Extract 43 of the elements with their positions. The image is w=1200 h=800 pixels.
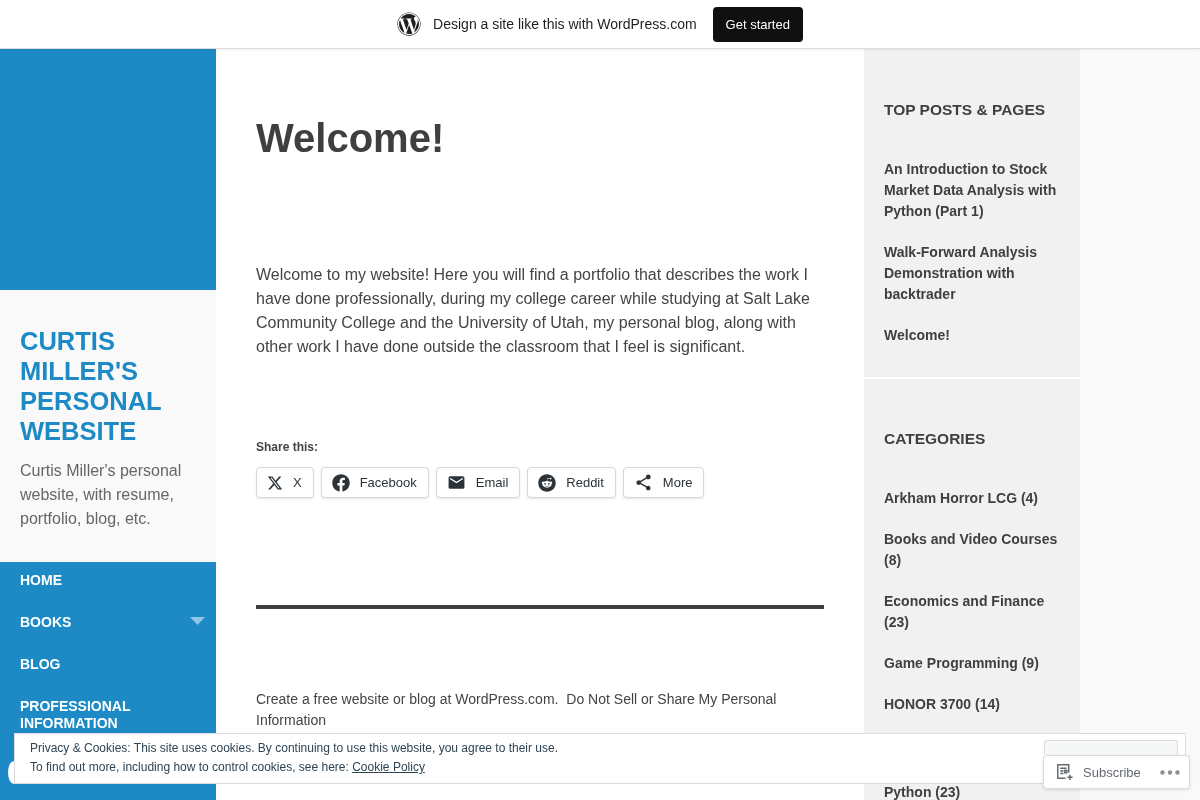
cookie-info-text: To find out more, including how to control cookies, see here: Cookie Policy — [30, 759, 425, 776]
nav-link[interactable]: HOME — [20, 572, 62, 589]
widget-title: CATEGORIES — [884, 429, 986, 449]
nav-link[interactable]: BOOKS — [20, 614, 72, 631]
share-button[interactable]: Email — [435, 467, 521, 498]
post-body: Welcome to my website! Here you will find a portfolio that describes the work I have done professionally, during my college career while studying at Salt Lake Community College and the University of Utah, my personal blog, along with other work I have done outside the classroom that I feel is significant. — [256, 265, 811, 357]
widget-link[interactable]: Game Programming (9) — [884, 653, 1039, 674]
get-started-button[interactable]: Get started — [712, 6, 803, 42]
ellipsis-icon — [1160, 769, 1180, 775]
more-button[interactable] — [1160, 769, 1180, 775]
cookie-text: Privacy & Cookies: This site uses cookies. By continuing to use this website, you agree to their use. — [30, 740, 559, 757]
share-button[interactable]: Reddit — [527, 467, 616, 498]
share-button[interactable]: X — [256, 467, 314, 498]
envelope-icon — [446, 473, 466, 492]
widget-link[interactable]: Books and Video Courses (8) — [884, 529, 1060, 571]
widget-link[interactable]: An Introduction to Stock Market Data Analysis with Python (Part 1) — [884, 159, 1060, 222]
reddit-icon — [538, 473, 557, 492]
promo-text: Design a site like this with WordPress.com — [433, 16, 697, 32]
site-description: Curtis Miller's personal website, with resume, portfolio, blog, etc. — [20, 461, 183, 529]
widget-link[interactable]: HONOR 3700 (14) — [884, 694, 1000, 715]
logo-icon — [397, 12, 422, 36]
nav-link[interactable]: PROFESSIONAL INFORMATION — [20, 698, 196, 732]
cookie-policy-link[interactable]: Cookie Policy — [352, 760, 425, 774]
widget-link[interactable]: Walk-Forward Analysis Demonstration with backtrader — [884, 242, 1060, 305]
share-button[interactable]: More — [622, 467, 705, 498]
round-edge-icon[interactable] — [8, 761, 14, 784]
post-title: Welcome! — [256, 115, 446, 162]
widget-link[interactable]: Economics and Finance (23) — [884, 591, 1060, 633]
widget-link[interactable]: Python (23) — [884, 785, 961, 799]
share-button[interactable]: Facebook — [320, 467, 429, 498]
reader-plus-icon — [1056, 763, 1074, 781]
caret-icon[interactable] — [190, 617, 205, 625]
facebook-icon — [331, 473, 350, 492]
widget-title: TOP POSTS & PAGES — [884, 100, 1046, 120]
share-icon — [633, 473, 653, 492]
share-heading: Share this: — [256, 439, 319, 456]
subscribe-button[interactable]: Subscribe — [1056, 763, 1141, 781]
widget-link[interactable]: Welcome! — [884, 325, 950, 346]
site-title[interactable]: CURTIS MILLER'S PERSONAL WEBSITE — [20, 326, 196, 446]
widget-link[interactable]: Arkham Horror LCG (4) — [884, 488, 1039, 509]
nav-link[interactable]: BLOG — [20, 656, 61, 673]
footer-text: Create a free website or blog at WordPress.com. Do Not Sell or Share My Personal Information — [256, 690, 778, 730]
x-logo-icon — [267, 474, 283, 491]
